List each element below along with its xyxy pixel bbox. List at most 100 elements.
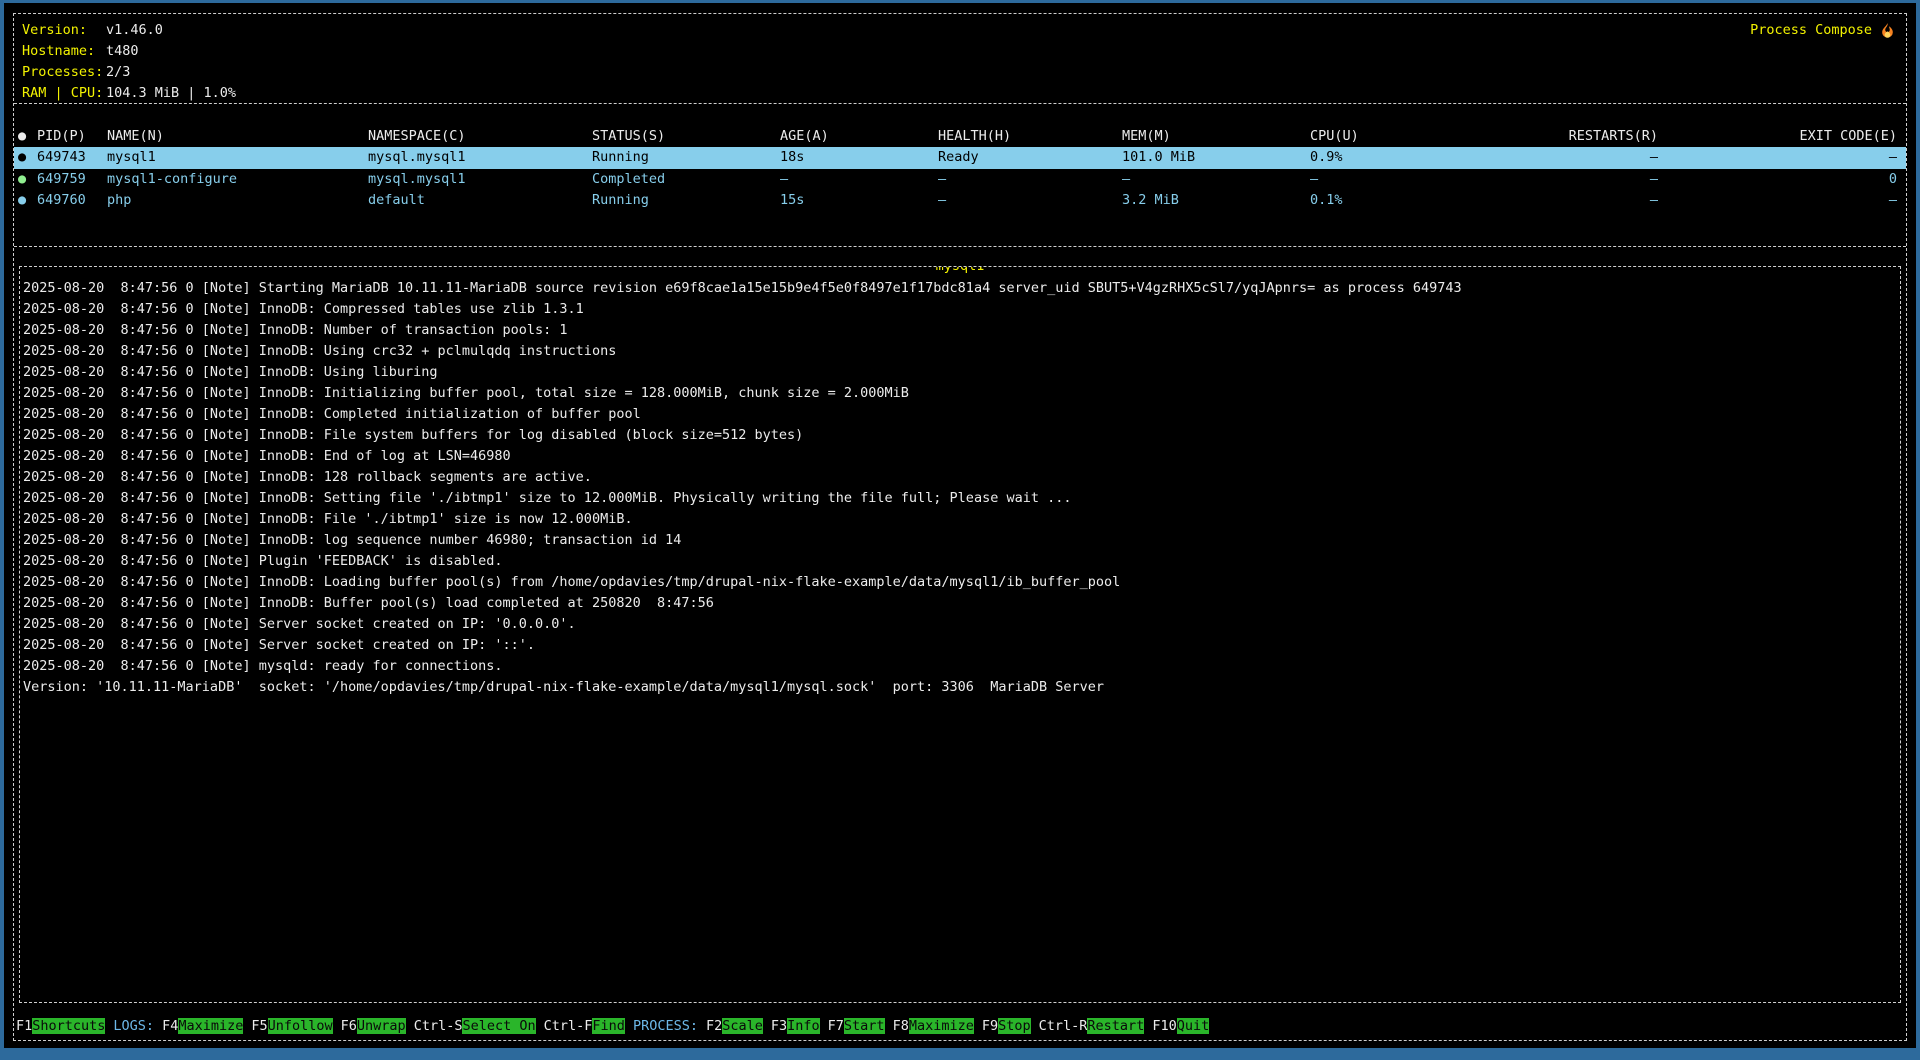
stat-label: Version: — [22, 20, 106, 41]
log-line: 2025-08-20 8:47:56 0 [Note] InnoDB: Usin… — [23, 341, 1898, 362]
hotkey-f3-info[interactable]: F3Info — [771, 1018, 820, 1034]
hotkey-f9-stop[interactable]: F9Stop — [982, 1018, 1031, 1034]
hotkey-f4-maximize[interactable]: F4Maximize — [162, 1018, 243, 1034]
fire-icon — [1879, 22, 1896, 39]
stat-value: 2/3 — [106, 64, 130, 80]
column-header-pid[interactable]: PID(P) — [37, 126, 86, 147]
process-row[interactable]: ● 649760 php default Running 15s – 3.2 M… — [14, 190, 1906, 211]
cell-name: mysql1-configure — [107, 169, 237, 190]
hotkey-ctrl-s-select-on[interactable]: Ctrl-SSelect On — [414, 1018, 536, 1034]
hotkey-f10-quit[interactable]: F10Quit — [1152, 1018, 1209, 1034]
column-header-mem[interactable]: MEM(M) — [1122, 126, 1171, 147]
cell-age: 15s — [780, 190, 804, 211]
stat-value: v1.46.0 — [106, 22, 163, 38]
cell-name: php — [107, 190, 131, 211]
column-header-status[interactable]: STATUS(S) — [592, 126, 665, 147]
cell-restarts: – — [1434, 147, 1658, 168]
cell-namespace: default — [368, 190, 425, 211]
log-line: 2025-08-20 8:47:56 0 [Note] Server socke… — [23, 635, 1898, 656]
log-line: 2025-08-20 8:47:56 0 [Note] InnoDB: 128 … — [23, 467, 1898, 488]
cell-cpu: – — [1310, 169, 1318, 190]
column-header-name[interactable]: NAME(N) — [107, 126, 164, 147]
terminal-window: Version:v1.46.0 Hostname:t480 Processes:… — [4, 3, 1916, 1048]
log-line: 2025-08-20 8:47:56 0 [Note] Plugin 'FEED… — [23, 551, 1898, 572]
stat-line: Processes:2/3 — [22, 62, 236, 83]
log-line: 2025-08-20 8:47:56 0 [Note] mysqld: read… — [23, 656, 1898, 677]
hotkey-key: F6 — [341, 1018, 357, 1034]
cell-age: 18s — [780, 147, 804, 168]
cell-status: Running — [592, 147, 649, 168]
log-line: 2025-08-20 8:47:56 0 [Note] InnoDB: File… — [23, 509, 1898, 530]
process-row[interactable]: ● 649759 mysql1-configure mysql.mysql1 C… — [14, 169, 1906, 190]
cell-mem: 101.0 MiB — [1122, 147, 1195, 168]
footer-bar: F1Shortcuts LOGS: F4Maximize F5Unfollow F6Un… — [16, 1016, 1904, 1037]
status-dot-header: ● — [18, 126, 26, 147]
hotkey-action: Select On — [462, 1018, 535, 1034]
stat-line: Version:v1.46.0 — [22, 20, 236, 41]
app-title: Process Compose — [1750, 20, 1896, 41]
hotkey-f2-scale[interactable]: F2Scale — [706, 1018, 763, 1034]
process-status-dot: ● — [18, 147, 26, 168]
app-frame: Version:v1.46.0 Hostname:t480 Processes:… — [13, 13, 1907, 1041]
log-line: 2025-08-20 8:47:56 0 [Note] InnoDB: Sett… — [23, 488, 1898, 509]
log-line: 2025-08-20 8:47:56 0 [Note] InnoDB: Load… — [23, 572, 1898, 593]
stat-label: Hostname: — [22, 41, 106, 62]
hotkey-key: F3 — [771, 1018, 787, 1034]
cell-pid: 649760 — [37, 190, 86, 211]
hotkey-action: Info — [787, 1018, 820, 1034]
hotkey-f1-shortcuts[interactable]: F1Shortcuts — [16, 1018, 105, 1034]
log-line: 2025-08-20 8:47:56 0 [Note] Server socke… — [23, 614, 1898, 635]
log-line: 2025-08-20 8:47:56 0 [Note] InnoDB: Numb… — [23, 320, 1898, 341]
table-header-row: ● PID(P) NAME(N) NAMESPACE(C) STATUS(S) … — [14, 126, 1906, 147]
hotkey-ctrl-r-restart[interactable]: Ctrl-RRestart — [1039, 1018, 1145, 1034]
log-lines: 2025-08-20 8:47:56 0 [Note] Starting Mar… — [23, 278, 1898, 698]
hotkey-f7-start[interactable]: F7Start — [828, 1018, 885, 1034]
hotkey-key: F10 — [1152, 1018, 1176, 1034]
column-header-cpu[interactable]: CPU(U) — [1310, 126, 1359, 147]
column-header-health[interactable]: HEALTH(H) — [938, 126, 1011, 147]
log-panel-title: mysql1 — [936, 266, 985, 277]
process-table: ● PID(P) NAME(N) NAMESPACE(C) STATUS(S) … — [14, 104, 1906, 246]
hotkey-action: Quit — [1177, 1018, 1210, 1034]
log-line: Version: '10.11.11-MariaDB' socket: '/ho… — [23, 677, 1898, 698]
hotkey-key: F5 — [251, 1018, 267, 1034]
log-panel[interactable]: mysql1 2025-08-20 8:47:56 0 [Note] Start… — [19, 266, 1901, 1003]
log-line: 2025-08-20 8:47:56 0 [Note] InnoDB: log … — [23, 530, 1898, 551]
stat-label: Processes: — [22, 62, 106, 83]
hotkey-f5-unfollow[interactable]: F5Unfollow — [251, 1018, 332, 1034]
hotkey-key: F7 — [828, 1018, 844, 1034]
cell-age: – — [780, 169, 788, 190]
column-header-age[interactable]: AGE(A) — [780, 126, 829, 147]
stat-value: 104.3 MiB | 1.0% — [106, 85, 236, 101]
cell-namespace: mysql.mysql1 — [368, 169, 466, 190]
hotkey-action: Find — [592, 1018, 625, 1034]
log-line: 2025-08-20 8:47:56 0 [Note] InnoDB: End … — [23, 446, 1898, 467]
footer-section-logs: LOGS: — [113, 1018, 154, 1034]
cell-health: – — [938, 190, 946, 211]
hotkey-key: Ctrl-S — [414, 1018, 463, 1034]
hotkey-ctrl-f-find[interactable]: Ctrl-FFind — [544, 1018, 625, 1034]
log-line: 2025-08-20 8:47:56 0 [Note] InnoDB: Comp… — [23, 299, 1898, 320]
hotkey-action: Shortcuts — [32, 1018, 105, 1034]
cell-health: – — [938, 169, 946, 190]
cell-restarts: – — [1434, 190, 1658, 211]
hotkey-action: Scale — [722, 1018, 763, 1034]
log-line: 2025-08-20 8:47:56 0 [Note] InnoDB: Comp… — [23, 404, 1898, 425]
hotkey-f6-unwrap[interactable]: F6Unwrap — [341, 1018, 406, 1034]
process-row[interactable]: ● 649743 mysql1 mysql.mysql1 Running 18s… — [14, 147, 1906, 168]
hotkey-key: F1 — [16, 1018, 32, 1034]
log-line: 2025-08-20 8:47:56 0 [Note] InnoDB: File… — [23, 425, 1898, 446]
column-header-exit-code[interactable]: EXIT CODE(E) — [1674, 126, 1897, 147]
table-log-divider — [14, 246, 1906, 247]
hotkey-key: Ctrl-F — [544, 1018, 593, 1034]
log-line: 2025-08-20 8:47:56 0 [Note] InnoDB: Buff… — [23, 593, 1898, 614]
hotkey-action: Maximize — [909, 1018, 974, 1034]
cell-exit-code: – — [1674, 147, 1897, 168]
hotkey-f8-maximize[interactable]: F8Maximize — [893, 1018, 974, 1034]
column-header-namespace[interactable]: NAMESPACE(C) — [368, 126, 466, 147]
footer-section-process: PROCESS: — [633, 1018, 698, 1034]
process-status-dot: ● — [18, 190, 26, 211]
hotkey-action: Unwrap — [357, 1018, 406, 1034]
column-header-restarts[interactable]: RESTARTS(R) — [1434, 126, 1658, 147]
hotkey-action: Start — [844, 1018, 885, 1034]
